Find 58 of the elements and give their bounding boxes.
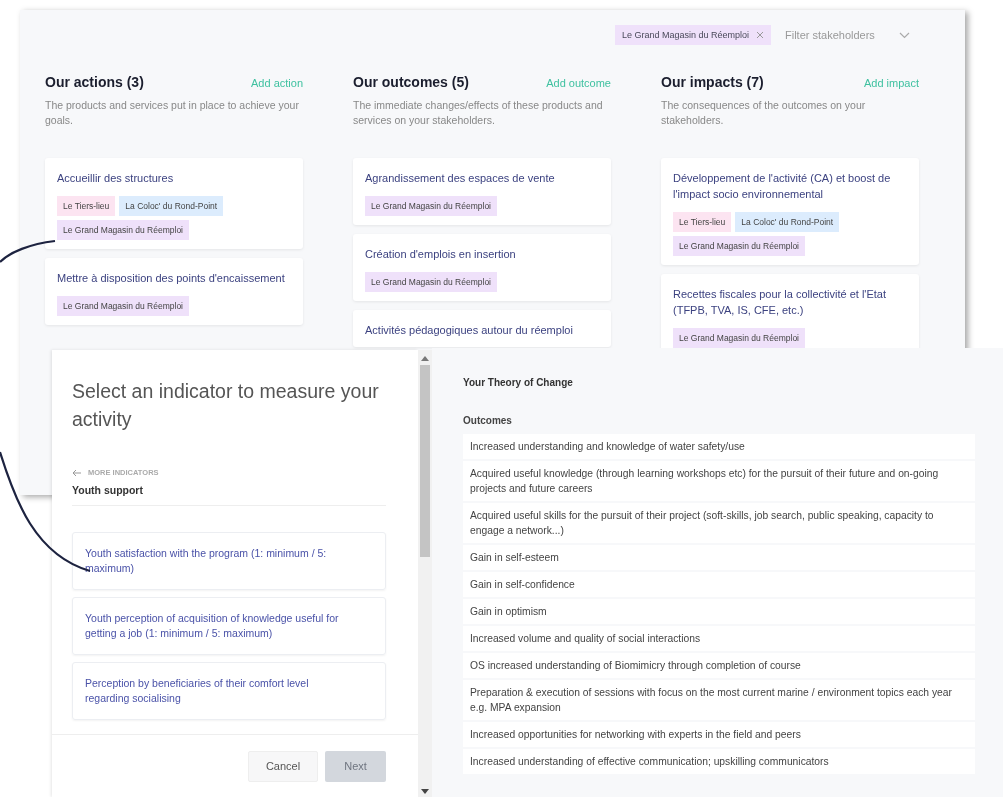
stakeholder-chip[interactable]: Le Grand Magasin du Réemploi [614,25,771,45]
indicator-option[interactable]: Perception by beneficiaries of their comfort level regarding socialising [72,662,386,720]
outcome-row[interactable]: OS increased understanding of Biomimicry through completion of course [463,653,975,678]
outcome-row[interactable]: Increased opportunities for networking with experts in the field and peers [463,722,975,747]
stakeholder-tag: Le Grand Magasin du Réemploi [365,196,497,216]
item-card[interactable]: Création d'emplois en insertion Le Grand Magasin du Réemploi [353,234,611,301]
close-icon [756,31,764,39]
arrow-left-icon [72,468,82,477]
modal-title: Select an indicator to measure your activity [72,379,380,432]
card-title: Agrandissement des espaces de vente [365,171,556,186]
outcome-row[interactable]: Increased volume and quality of social interactions [463,626,975,651]
outcome-row[interactable]: Increased understanding and knowledge of water safety/use [463,434,975,459]
stakeholder-tag: La Coloc' du Rond-Point [735,212,840,232]
card-title: Mettre à disposition des points d'encaissement [57,271,286,286]
outcome-row[interactable]: Acquired useful skills for the pursuit of their project (soft-skills, job search, public speaking, capacity to engage a network...) [463,503,975,543]
category-title: Youth support [72,484,386,506]
cancel-button[interactable]: Cancel [248,750,318,782]
column-title: Our impacts (7) [661,74,764,90]
scrollbar[interactable] [418,350,432,797]
chevron-down-icon [899,31,910,39]
column-description: The consequences of the outcomes on your stakeholders. [661,98,867,128]
card-title: Activités pédagogiques autour du réemploi [365,323,574,338]
stakeholder-tag: Le Grand Magasin du Réemploi [365,272,497,292]
scroll-down-icon [421,789,429,794]
stakeholder-tag: Le Tiers-lieu [57,196,116,216]
outcome-row[interactable]: Preparation & execution of sessions with focus on the most current marine / environment topics each year e.g. MPA expansion [463,680,975,720]
scroll-up-icon [421,356,429,361]
card-title: Développement de l'activité (CA) et boost de l'impact socio environnemental [673,171,892,202]
stakeholder-tag: Le Grand Magasin du Réemploi [673,236,805,256]
panel-title: Your Theory of Change [463,377,574,388]
column-title: Our actions (3) [45,74,144,90]
scrollbar-thumb[interactable] [420,365,430,557]
item-card[interactable]: Mettre à disposition des points d'encaissement Le Grand Magasin du Réemploi [45,258,303,325]
indicator-option[interactable]: Youth satisfaction with the program (1: minimum / 5: maximum) [72,532,386,590]
item-card[interactable]: Agrandissement des espaces de vente Le Grand Magasin du Réemploi [353,158,611,225]
stakeholder-tag: Le Tiers-lieu [673,212,732,232]
item-card[interactable]: Développement de l'activité (CA) et boost de l'impact socio environnemental Le Tiers-lieu La Coloc' du Rond-Point Le Grand Magasin du Réemploi [661,158,919,265]
stakeholder-tag: Le Grand Magasin du Réemploi [673,328,805,348]
card-title: Recettes fiscales pour la collectivité et l'Etat (TFPB, TVA, IS, CFE, etc.) [673,287,888,318]
card-title: Création d'emplois en insertion [365,247,517,262]
indicator-option[interactable]: Youth perception of acquisition of knowledge useful for getting a job (1: minimum / 5: maximum) [72,597,386,655]
outcome-row[interactable]: Gain in optimism [463,599,975,624]
item-card[interactable]: Activités pédagogiques autour du réemploi [353,310,611,347]
stakeholder-tag: Le Grand Magasin du Réemploi [57,296,189,316]
column-description: The immediate changes/effects of these products and services on your stakeholders. [353,98,604,128]
card-title: Accueillir des structures [57,171,175,186]
column-description: The products and services put in place to achieve your goals. [45,98,300,128]
column-title: Our outcomes (5) [353,74,469,90]
curve-line [0,239,56,263]
item-card[interactable]: Accueillir des structures Le Tiers-lieu La Coloc' du Rond-Point Le Grand Magasin du Réemploi [45,158,303,249]
stakeholder-tag: Le Grand Magasin du Réemploi [57,220,189,240]
outcome-row[interactable]: Increased understanding of effective communication; upskilling communicators [463,749,975,774]
outcome-row[interactable]: Acquired useful knowledge (through learning workshops etc) for the pursuit of their future and on-going projects and future careers [463,461,975,501]
outcome-row[interactable]: Gain in self-esteem [463,545,975,570]
filter-dropdown[interactable]: Filter stakeholders [785,29,910,41]
outcome-row[interactable]: Gain in self-confidence [463,572,975,597]
section-title: Outcomes [463,415,513,426]
stakeholder-tag: La Coloc' du Rond-Point [119,196,224,216]
